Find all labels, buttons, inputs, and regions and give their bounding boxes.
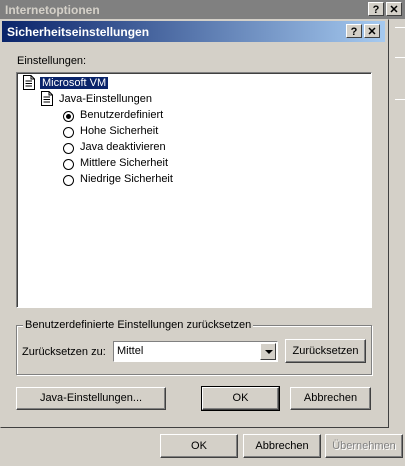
outer-window-edge [389, 19, 405, 439]
dialog-titlebar: Sicherheitseinstellungen ? ✕ [2, 21, 385, 42]
java-settings-button[interactable]: Java-Einstellungen... [16, 387, 166, 410]
tree-item-java-settings[interactable]: Java-Einstellungen [59, 91, 152, 107]
outer-window-titlebar: Internetoptionen ? ✕ [0, 0, 405, 19]
reset-to-label: Zurücksetzen zu: [22, 346, 106, 358]
radio-low-security[interactable] [63, 175, 74, 186]
outer-ok-button[interactable]: OK [160, 434, 238, 458]
outer-window-title: Internetoptionen [5, 3, 100, 17]
outer-help-button[interactable]: ? [368, 2, 384, 16]
reset-group-legend: Benutzerdefinierte Einstellungen zurücks… [23, 319, 254, 331]
option-low-security-label[interactable]: Niedrige Sicherheit [80, 171, 173, 187]
radio-medium-security[interactable] [63, 159, 74, 170]
option-medium-security-label[interactable]: Mittlere Sicherheit [80, 155, 168, 171]
dialog-title: Sicherheitseinstellungen [7, 25, 150, 39]
reset-button[interactable]: Zurücksetzen [285, 339, 366, 363]
settings-tree[interactable]: Microsoft VM Java-Einstellungen Benutzer… [16, 72, 372, 308]
chevron-down-icon[interactable] [260, 343, 276, 360]
document-icon [23, 75, 35, 90]
dialog-help-button[interactable]: ? [346, 24, 362, 38]
reset-level-select[interactable]: Mittel [113, 341, 278, 362]
dialog-cancel-button[interactable]: Abbrechen [290, 387, 371, 410]
radio-custom[interactable] [63, 111, 74, 122]
option-high-security-label[interactable]: Hohe Sicherheit [80, 123, 158, 139]
document-icon [41, 91, 53, 106]
option-disable-java-label[interactable]: Java deaktivieren [80, 139, 166, 155]
option-custom-label[interactable]: Benutzerdefiniert [80, 107, 163, 123]
outer-cancel-button[interactable]: Abbrechen [243, 434, 321, 458]
dialog-ok-button[interactable]: OK [201, 386, 280, 411]
dialog-close-button[interactable]: ✕ [364, 24, 380, 38]
settings-label: Einstellungen: [17, 55, 87, 67]
outer-apply-button[interactable]: Übernehmen [325, 434, 403, 458]
reset-level-value: Mittel [117, 345, 144, 357]
radio-high-security[interactable] [63, 127, 74, 138]
tree-item-microsoft-vm[interactable]: Microsoft VM [40, 75, 109, 91]
radio-disable-java[interactable] [63, 143, 74, 154]
outer-close-button[interactable]: ✕ [386, 2, 402, 16]
